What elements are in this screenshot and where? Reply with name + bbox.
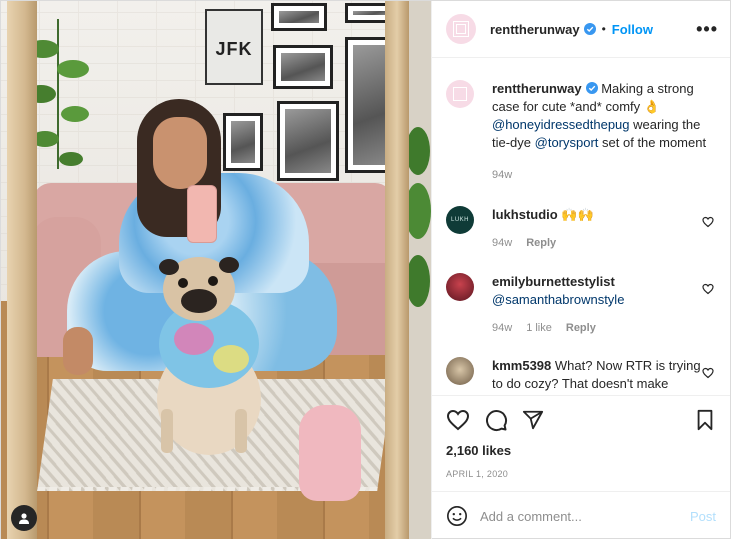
rtr-logo-icon xyxy=(453,87,467,101)
caption-meta: 94w xyxy=(492,166,708,184)
add-comment-bar: Post xyxy=(432,491,730,539)
commenter-username[interactable]: emilyburnettestylist xyxy=(492,274,615,289)
jfk-poster: JFK xyxy=(205,9,263,85)
header-separator: • xyxy=(601,22,606,36)
mirror-frame xyxy=(385,1,409,539)
verified-icon xyxy=(583,23,596,35)
post-comment-button[interactable]: Post xyxy=(690,509,716,524)
comment-body: lukhstudio 🙌🙌 94w Reply xyxy=(492,206,708,252)
mention-link[interactable]: @samanthabrownstyle xyxy=(492,292,624,307)
rtr-logo-icon xyxy=(453,21,469,37)
commenter-avatar[interactable] xyxy=(446,273,474,301)
pug-dog xyxy=(157,257,261,455)
mention-link[interactable]: @honeyidressedthepug xyxy=(492,117,630,132)
verified-icon xyxy=(585,82,598,94)
comment-meta: 94w 1 like Reply xyxy=(492,319,708,337)
comment-item: LUKH lukhstudio 🙌🙌 94w Reply xyxy=(446,206,714,252)
mirror-frame xyxy=(7,1,37,539)
person-face xyxy=(153,117,207,189)
caption-body: renttherunway Making a strong case for c… xyxy=(492,80,708,184)
comments-list[interactable]: renttherunway Making a strong case for c… xyxy=(432,58,730,395)
comment-body: kmm5398 What? Now RTR is trying to do co… xyxy=(492,357,708,395)
comment-text: 🙌🙌 xyxy=(557,207,594,222)
like-comment-heart-icon[interactable] xyxy=(702,367,714,379)
caption-avatar[interactable] xyxy=(446,80,474,108)
post-header: renttherunway • Follow ••• xyxy=(432,1,730,58)
commenter-avatar[interactable]: LUKH xyxy=(446,206,474,234)
caption-username[interactable]: renttherunway xyxy=(492,81,582,96)
author-avatar[interactable] xyxy=(446,14,476,44)
post-sidebar: renttherunway • Follow ••• renttherunway… xyxy=(431,1,730,539)
heart-icon[interactable] xyxy=(446,408,470,432)
reply-button[interactable]: Reply xyxy=(526,234,556,252)
comment-likes[interactable]: 1 like xyxy=(526,319,552,337)
user-tag-button[interactable] xyxy=(11,505,37,531)
user-tag-icon xyxy=(19,513,29,524)
commenter-username[interactable]: kmm5398 xyxy=(492,358,551,373)
avatar-label: LUKH xyxy=(450,217,469,223)
jfk-poster-text: JFK xyxy=(215,39,253,59)
photo-wall-frame xyxy=(277,101,339,181)
follow-button[interactable]: Follow xyxy=(612,22,653,37)
like-comment-heart-icon[interactable] xyxy=(702,283,714,295)
caption-text: set of the moment xyxy=(598,135,707,150)
commenter-username[interactable]: lukhstudio xyxy=(492,207,558,222)
bookmark-icon[interactable] xyxy=(694,409,716,431)
mention-link[interactable]: @torysport xyxy=(535,135,599,150)
person-shoe xyxy=(299,405,361,501)
like-comment-heart-icon[interactable] xyxy=(702,216,714,228)
reply-button[interactable]: Reply xyxy=(566,319,596,337)
commenter-avatar[interactable] xyxy=(446,357,474,385)
comment-input[interactable] xyxy=(480,508,690,524)
author-username[interactable]: renttherunway xyxy=(490,22,580,37)
more-options-button[interactable]: ••• xyxy=(696,20,718,38)
emoji-icon[interactable] xyxy=(446,505,468,527)
caption: renttherunway Making a strong case for c… xyxy=(446,80,714,184)
comment-icon[interactable] xyxy=(484,408,508,432)
person-phone xyxy=(187,185,217,243)
photo-wall-frame xyxy=(223,113,263,171)
post-photo[interactable]: JFK xyxy=(1,1,431,539)
comment-meta: 94w Reply xyxy=(492,234,708,252)
post-date[interactable]: APRIL 1, 2020 xyxy=(432,465,730,491)
caption-time[interactable]: 94w xyxy=(492,166,512,184)
post-actions xyxy=(432,395,730,443)
photo-wall-frame xyxy=(271,3,327,31)
comment-time[interactable]: 94w xyxy=(492,319,512,337)
comment-item: kmm5398 What? Now RTR is trying to do co… xyxy=(446,357,714,395)
share-icon[interactable] xyxy=(522,409,544,431)
photo-wall-frame xyxy=(273,45,333,89)
comment-item: emilyburnettestylist @samanthabrownstyle… xyxy=(446,273,714,337)
person-hand xyxy=(63,327,93,375)
instagram-post: JFK renttherunway • Follow ••• renttheru… xyxy=(0,0,731,539)
comment-body: emilyburnettestylist @samanthabrownstyle… xyxy=(492,273,708,337)
comment-time[interactable]: 94w xyxy=(492,234,512,252)
likes-count[interactable]: 2,160 likes xyxy=(432,443,730,465)
